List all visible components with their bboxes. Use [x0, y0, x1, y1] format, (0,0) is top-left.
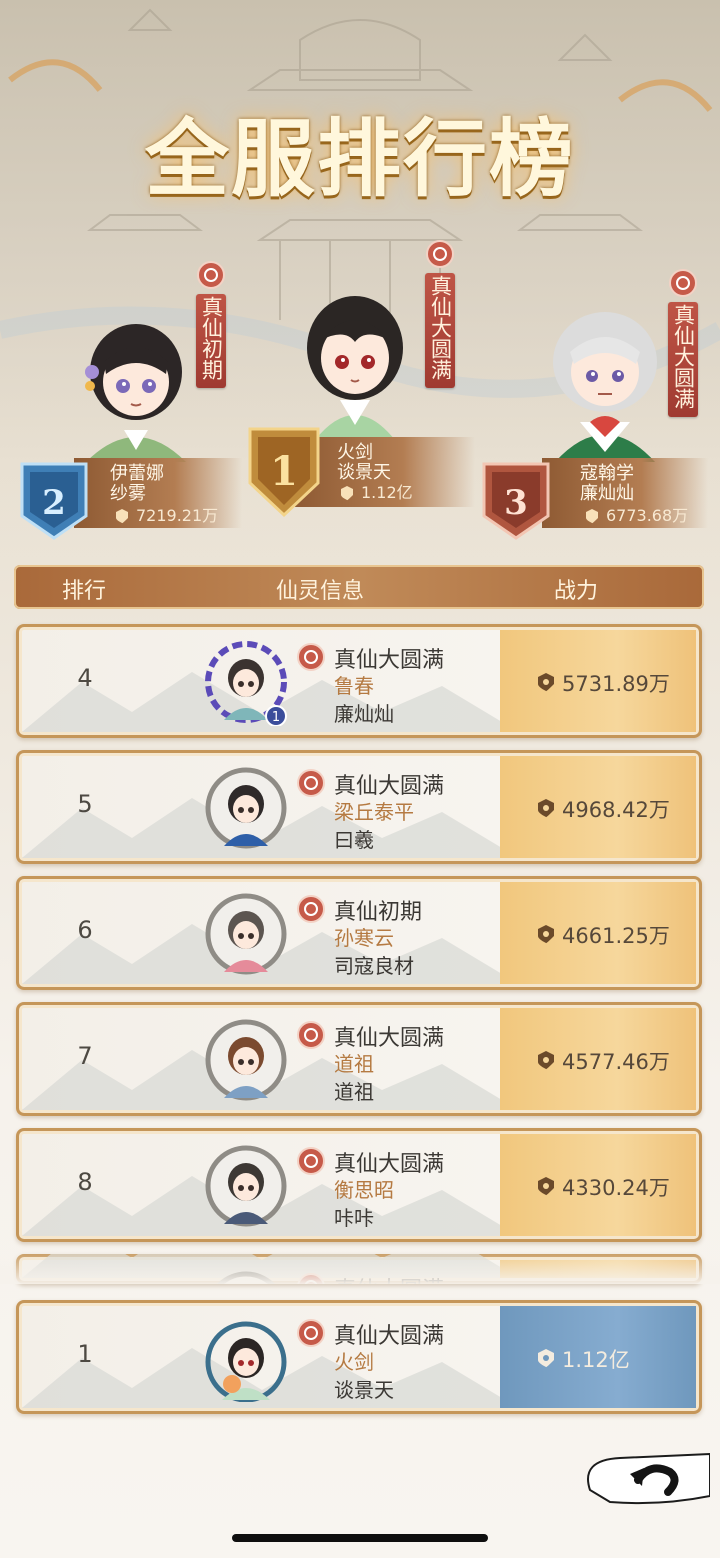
self-rank-row[interactable]: 1 真仙大圆满 火剑 谈景天 1.12亿	[16, 1300, 702, 1414]
realm-banner: 真仙初期	[196, 261, 226, 388]
seal-icon	[297, 1147, 325, 1175]
power-value: 4330.24万	[562, 1176, 670, 1200]
seal-icon	[297, 643, 325, 671]
list-fade	[0, 1250, 720, 1284]
guild-name: 司寇良材	[334, 954, 414, 978]
medal-first-icon: 1	[248, 427, 320, 518]
power-value: 4661.25万	[562, 924, 670, 948]
header-rank: 排行	[62, 579, 107, 604]
guild-name: 道祖	[334, 1080, 374, 1104]
power-icon	[586, 509, 598, 524]
avatar: 1	[205, 641, 287, 726]
power-value: 1.12亿	[562, 1348, 630, 1372]
rank-number: 6	[77, 916, 93, 944]
home-indicator[interactable]	[232, 1534, 488, 1542]
podium-second[interactable]: 真仙初期 伊蕾娜 纱雾 7219.21万 2	[18, 261, 242, 542]
seal-icon	[297, 1021, 325, 1049]
name-plate: 寇翰学 廉灿灿 6773.68万	[542, 458, 708, 528]
name-plate: 火剑 谈景天 1.12亿	[295, 437, 475, 507]
rank-number: 4	[77, 664, 93, 692]
power-icon	[538, 799, 554, 818]
medal-third-icon: 3	[482, 462, 550, 540]
table-row[interactable]: 4 1 真仙大圆满 鲁春 廉灿灿 5731.89万	[16, 624, 702, 738]
player-name: 梁丘泰平	[334, 800, 414, 824]
header-power: 战力	[554, 579, 599, 604]
name-plate: 伊蕾娜 纱雾 7219.21万	[74, 458, 242, 528]
table-row[interactable]: 8 真仙大圆满 衡思昭 咔咔 4330.24万	[16, 1128, 702, 1242]
power-icon	[538, 925, 554, 944]
player-name: 衡思昭	[334, 1178, 394, 1202]
medal-number: 2	[42, 483, 66, 523]
power-icon	[116, 509, 128, 524]
table-row[interactable]: 7 真仙大圆满 道祖 道祖 4577.46万	[16, 1002, 702, 1116]
medal-second-icon: 2	[20, 462, 88, 540]
rank-number: 7	[77, 1042, 93, 1070]
medal-number: 1	[270, 448, 298, 495]
page-title: 全服排行榜	[144, 109, 575, 208]
seal-icon	[297, 769, 325, 797]
power-value: 4577.46万	[562, 1050, 670, 1074]
back-button[interactable]	[580, 1440, 710, 1510]
rank-number: 1	[77, 1340, 93, 1368]
avatar	[205, 1145, 287, 1227]
seal-icon	[426, 240, 454, 268]
medal-number: 3	[504, 483, 528, 523]
player-name: 鲁春	[334, 674, 374, 698]
power-icon	[538, 673, 554, 692]
seal-icon	[669, 269, 697, 297]
level-badge: 1	[272, 710, 280, 725]
podium-third[interactable]: 真仙大圆满 寇翰学 廉灿灿 6773.68万 3	[480, 262, 710, 542]
table-header: 排行 仙灵信息 战力	[14, 565, 704, 609]
avatar	[205, 767, 287, 849]
guild-name: 曰羲	[334, 828, 374, 852]
guild-name: 谈景天	[334, 1378, 394, 1402]
table-row[interactable]: 5 真仙大圆满 梁丘泰平 曰羲 4968.42万	[16, 750, 702, 864]
avatar	[205, 1321, 287, 1402]
podium-first[interactable]: 真仙大圆满 火剑 谈景天 1.12亿 1	[240, 235, 480, 525]
power-value: 4968.42万	[562, 798, 670, 822]
avatar	[205, 893, 287, 975]
avatar	[307, 296, 403, 440]
power-icon	[538, 1349, 554, 1368]
avatar	[553, 312, 657, 462]
seal-icon	[297, 1319, 325, 1347]
header-info: 仙灵信息	[276, 579, 365, 604]
power-icon	[538, 1051, 554, 1070]
table-row[interactable]: 6 真仙初期 孙寒云 司寇良材 4661.25万	[16, 876, 702, 990]
player-name: 孙寒云	[334, 926, 394, 950]
seal-icon	[197, 261, 225, 289]
realm-banner: 真仙大圆满	[668, 269, 698, 417]
avatar	[85, 324, 186, 462]
rank-number: 5	[77, 790, 93, 818]
realm-banner: 真仙大圆满	[425, 240, 455, 388]
player-name: 火剑	[334, 1350, 374, 1374]
power-icon	[538, 1177, 554, 1196]
rank-number: 8	[77, 1168, 93, 1196]
avatar	[205, 1019, 287, 1101]
power-icon	[341, 486, 353, 501]
player-name: 道祖	[334, 1052, 374, 1076]
power-value: 5731.89万	[562, 672, 670, 696]
seal-icon	[297, 895, 325, 923]
guild-name: 廉灿灿	[334, 702, 394, 726]
guild-name: 咔咔	[334, 1206, 374, 1230]
